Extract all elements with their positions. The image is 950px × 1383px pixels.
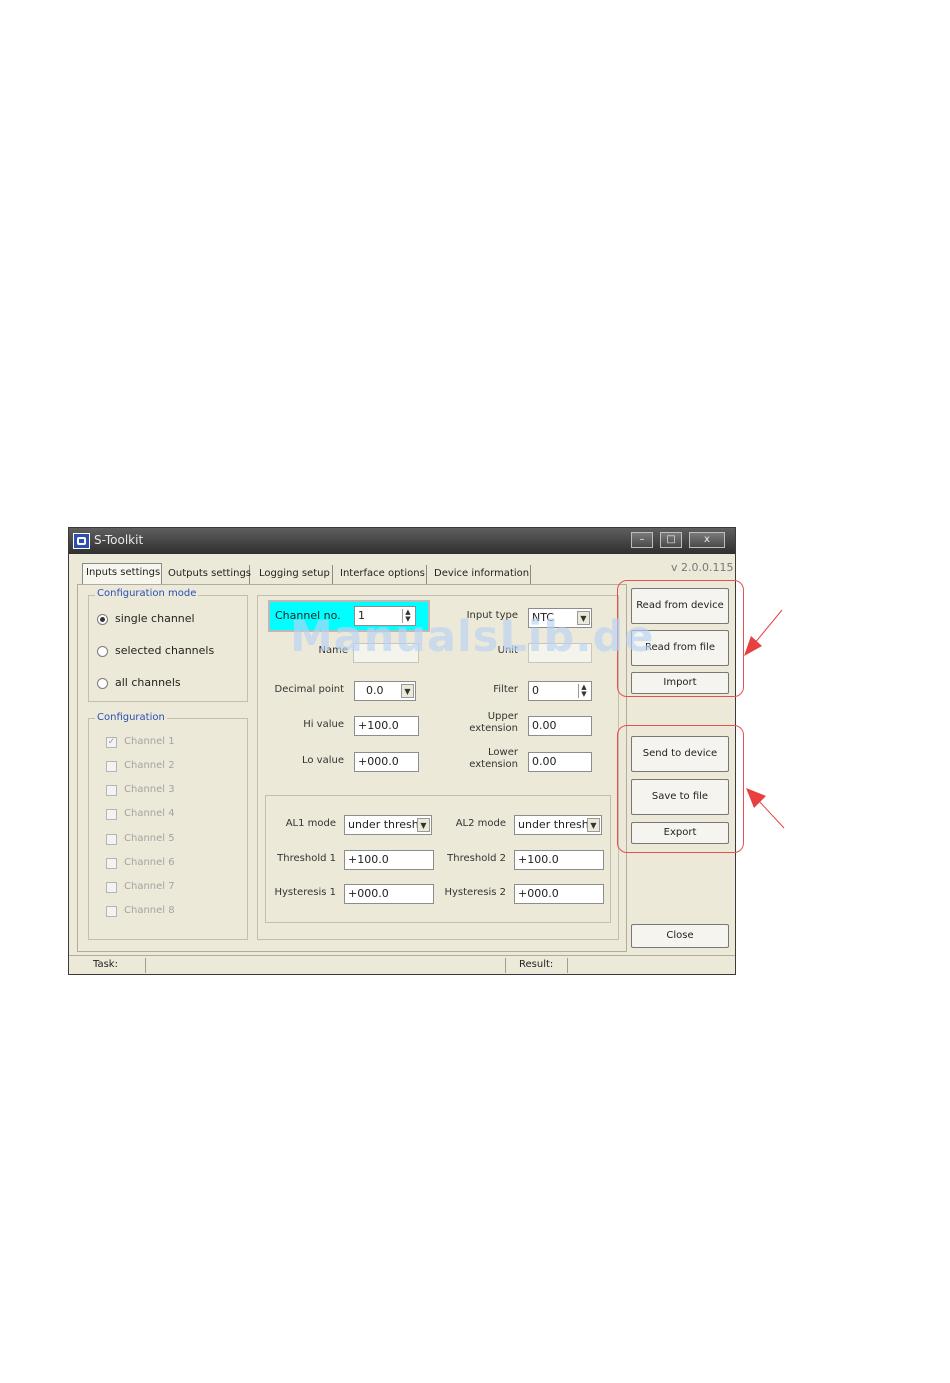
channel-4-checkbox[interactable]	[106, 809, 117, 820]
hi-value-field[interactable]: +100.0	[354, 716, 419, 736]
channel-7-label: Channel 7	[124, 881, 175, 892]
task-label: Task:	[93, 959, 118, 970]
app-icon	[73, 533, 90, 549]
send-group-highlight	[617, 725, 744, 853]
channel-8-checkbox[interactable]	[106, 906, 117, 917]
selected-channels-radio[interactable]	[97, 646, 108, 657]
upper-extension-label: Upper extension	[469, 711, 518, 734]
filter-label: Filter	[493, 684, 518, 695]
spinner-arrows-icon: ▲ ▼	[578, 684, 589, 698]
tab-logging-setup[interactable]: Logging setup	[256, 565, 333, 584]
upper-extension-field[interactable]: 0.00	[528, 716, 592, 736]
lower-extension-label: Lower extension	[469, 747, 518, 770]
lo-value-label: Lo value	[301, 755, 344, 766]
decimal-point-select[interactable]: 0.0 ▼	[354, 681, 416, 701]
al2-mode-select[interactable]: under thresh.. ▼	[514, 815, 602, 835]
channel-7-checkbox[interactable]	[106, 882, 117, 893]
threshold-2-field[interactable]: +100.0	[514, 850, 604, 870]
window-title: S-Toolkit	[94, 533, 144, 547]
hi-value-label: Hi value	[303, 719, 344, 730]
channel-4-label: Channel 4	[124, 808, 175, 819]
maximize-button[interactable]: □	[660, 532, 682, 548]
chevron-down-icon: ▼	[401, 684, 414, 698]
hysteresis-2-field[interactable]: +000.0	[514, 884, 604, 904]
selected-channels-label: selected channels	[115, 644, 215, 657]
chevron-down-icon: ▼	[587, 818, 600, 832]
threshold-2-label: Threshold 2	[447, 853, 506, 864]
channel-1-label: Channel 1	[124, 736, 175, 747]
channel-2-label: Channel 2	[124, 760, 175, 771]
single-channel-radio[interactable]	[97, 614, 108, 625]
al2-mode-label: AL2 mode	[455, 818, 506, 829]
channel-2-checkbox[interactable]	[106, 761, 117, 772]
all-channels-label: all channels	[115, 676, 181, 689]
al1-mode-select[interactable]: under thresh.. ▼	[344, 815, 432, 835]
configuration-title: Configuration	[95, 712, 167, 723]
send-arrow-line	[757, 799, 785, 829]
tab-interface-options[interactable]: Interface options	[337, 565, 427, 584]
channel-5-checkbox[interactable]	[106, 834, 117, 845]
tab-inputs-settings[interactable]: Inputs settings	[82, 563, 162, 585]
channel-1-checkbox[interactable]: ✓	[106, 737, 117, 748]
minimize-button[interactable]: –	[631, 532, 653, 548]
configuration-mode-title: Configuration mode	[95, 588, 199, 599]
single-channel-label: single channel	[115, 612, 195, 625]
all-channels-radio[interactable]	[97, 678, 108, 689]
version-label: v 2.0.0.115	[671, 561, 734, 574]
close-window-button[interactable]: x	[689, 532, 725, 548]
lower-extension-field[interactable]: 0.00	[528, 752, 592, 772]
hysteresis-2-label: Hysteresis 2	[444, 887, 506, 898]
channel-6-checkbox[interactable]	[106, 858, 117, 869]
read-arrow-head-icon	[744, 636, 762, 656]
hysteresis-1-label: Hysteresis 1	[274, 887, 336, 898]
annotation-arrows	[744, 609, 785, 829]
title-bar[interactable]: S-Toolkit – □ x	[69, 528, 735, 554]
channel-3-checkbox[interactable]	[106, 785, 117, 796]
threshold-1-label: Threshold 1	[277, 853, 336, 864]
tab-outputs-settings[interactable]: Outputs settings	[165, 565, 251, 584]
tab-device-information[interactable]: Device information	[431, 565, 531, 584]
close-button[interactable]: Close	[631, 924, 729, 948]
status-bar: Task: Result:	[69, 955, 735, 974]
channel-3-label: Channel 3	[124, 784, 175, 795]
decimal-point-label: Decimal point	[274, 684, 344, 695]
channel-6-label: Channel 6	[124, 857, 175, 868]
channel-8-label: Channel 8	[124, 905, 175, 916]
al1-mode-label: AL1 mode	[285, 818, 336, 829]
chevron-down-icon: ▼	[417, 818, 430, 832]
watermark: ManualsLib.de	[290, 612, 655, 662]
hysteresis-1-field[interactable]: +000.0	[344, 884, 434, 904]
threshold-1-field[interactable]: +100.0	[344, 850, 434, 870]
read-arrow-line	[753, 609, 783, 645]
lo-value-field[interactable]: +000.0	[354, 752, 419, 772]
channel-5-label: Channel 5	[124, 833, 175, 844]
result-label: Result:	[519, 959, 554, 970]
filter-spinner[interactable]: 0 ▲ ▼	[528, 681, 592, 701]
